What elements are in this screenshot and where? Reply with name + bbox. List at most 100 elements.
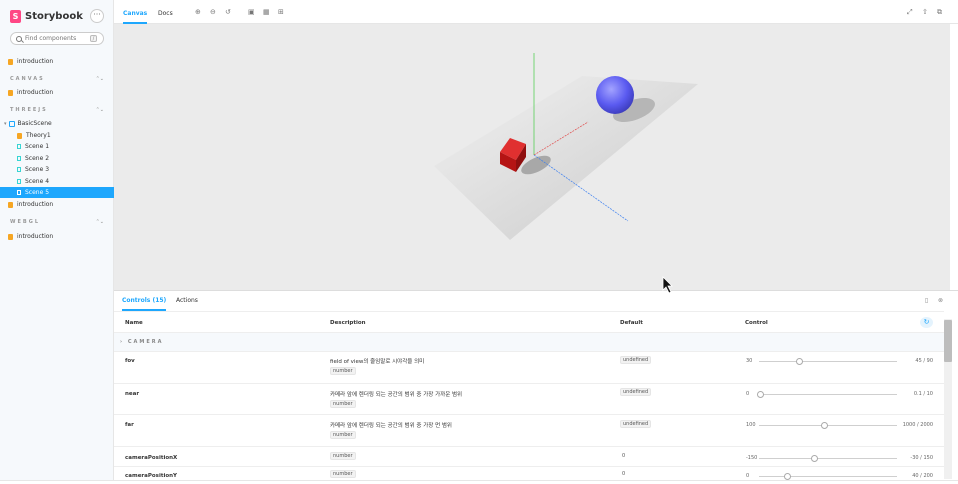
sidebar-item-scene-2[interactable]: Scene 2 [17, 153, 49, 164]
expand-icon[interactable]: ⌃⌄ [96, 76, 104, 82]
document-icon [8, 233, 13, 240]
document-icon [17, 132, 22, 139]
slider-min: 0 [746, 473, 750, 479]
section-title: CANVAS [10, 76, 45, 82]
slider-knob[interactable] [820, 422, 828, 429]
reset-controls-icon[interactable]: ↻ [920, 317, 933, 328]
sidebar-item-label: introduction [17, 58, 54, 65]
search-input[interactable] [25, 35, 85, 42]
sidebar-item-scene-5[interactable]: Scene 5 [17, 187, 49, 198]
sidebar-item-label: Scene 1 [25, 143, 50, 150]
tab-actions[interactable]: Actions [176, 291, 198, 311]
slider-track[interactable] [757, 391, 897, 398]
section-title: THREEJS [10, 107, 48, 113]
header-default: Default [620, 320, 643, 326]
slider-value: 40 / 200 [912, 473, 933, 479]
share-icon[interactable]: ⇧ [922, 8, 928, 17]
sidebar-item-scene-1[interactable]: Scene 1 [17, 141, 49, 152]
category-row[interactable]: › CAMERA [114, 333, 944, 352]
table-row: far 카메라 앞에 렌더링 되는 공간의 범위 중 가장 먼 범위 numbe… [114, 415, 944, 447]
search-box[interactable]: / [10, 32, 104, 45]
document-icon [8, 201, 13, 208]
zoom-in-icon[interactable]: ⊕ [195, 8, 201, 17]
arg-description: 카메라 앞에 렌더링 되는 공간의 범위 중 가장 가까운 범위 [330, 392, 463, 398]
threejs-scene[interactable] [114, 24, 950, 290]
section-title: WEBGL [10, 219, 41, 225]
fullscreen-icon[interactable]: ⤢ [907, 8, 913, 17]
section-webgl[interactable]: WEBGL ⌃⌄ [10, 219, 104, 228]
sidebar-item-threejs-introduction[interactable]: introduction [8, 199, 53, 210]
tab-docs[interactable]: Docs [158, 0, 173, 24]
slider-track[interactable] [759, 473, 897, 480]
tab-controls[interactable]: Controls (15) [122, 291, 167, 311]
sidebar: S Storybook ··· / introduction CANVAS ⌃⌄… [0, 0, 114, 484]
tab-canvas[interactable]: Canvas [123, 0, 148, 24]
scrollbar-thumb[interactable] [944, 320, 952, 362]
arg-type-badge: number [330, 367, 356, 375]
sidebar-item-label: introduction [17, 233, 54, 240]
header-description: Description [330, 320, 366, 326]
sidebar-item-label: introduction [17, 89, 54, 96]
arg-default: undefined [620, 388, 652, 396]
section-threejs[interactable]: THREEJS ⌃⌄ [10, 107, 104, 116]
expand-icon[interactable]: ⌃⌄ [96, 107, 104, 113]
slider-min: 100 [746, 422, 756, 428]
brand[interactable]: S Storybook [10, 10, 83, 23]
search-icon [16, 35, 22, 42]
table-row: near 카메라 앞에 렌더링 되는 공간의 범위 중 가장 가까운 범위 nu… [114, 384, 944, 415]
sidebar-item-label: Scene 3 [25, 166, 50, 173]
arg-type-badge: number [330, 400, 356, 408]
arg-type-badge: number [330, 470, 356, 478]
section-canvas[interactable]: CANVAS ⌃⌄ [10, 76, 104, 85]
slider-knob[interactable] [811, 455, 819, 462]
grid-icon[interactable]: ▦ [263, 8, 270, 17]
sidebar-item-scene-3[interactable]: Scene 3 [17, 164, 49, 175]
sidebar-item-label: Scene 5 [25, 189, 50, 196]
sidebar-item-basicscene[interactable]: ▾ BasicScene [4, 118, 52, 129]
zoom-reset-icon[interactable]: ↺ [225, 8, 231, 17]
arg-name: near [125, 391, 140, 397]
storybook-logo-icon: S [10, 10, 21, 23]
menu-button[interactable]: ··· [90, 9, 104, 23]
story-icon [17, 144, 21, 149]
sidebar-item-canvas-introduction[interactable]: introduction [8, 87, 53, 98]
background-icon[interactable]: ▣ [248, 8, 255, 17]
panel-orientation-icon[interactable]: ▯ [923, 297, 930, 304]
arg-type-badge: number [330, 452, 356, 460]
sidebar-item-label: Theory1 [26, 132, 51, 139]
header-control: Control [745, 320, 768, 326]
ground-plane [434, 76, 698, 240]
slider-track[interactable] [759, 358, 897, 365]
sidebar-item-label: BasicScene [17, 120, 52, 127]
addons-panel: Controls (15) Actions ▯ ⊗ Name Descripti… [114, 290, 958, 484]
measure-icon[interactable]: ⊞ [278, 8, 284, 17]
sidebar-item-webgl-introduction[interactable]: introduction [8, 231, 53, 242]
new-tab-icon[interactable]: ⧉ [937, 8, 942, 17]
close-icon[interactable]: ⊗ [937, 297, 944, 304]
slider-track[interactable] [759, 422, 897, 429]
sidebar-item-theory1[interactable]: Theory1 [17, 130, 51, 141]
arg-default: undefined [620, 420, 652, 428]
arg-default: 0 [622, 471, 626, 477]
slider-track[interactable] [759, 455, 897, 462]
category-label: › CAMERA [120, 339, 164, 345]
table-header: Name Description Default Control ↻ [114, 311, 944, 333]
zoom-out-icon[interactable]: ⊖ [210, 8, 216, 17]
sidebar-item-label: Scene 2 [25, 155, 50, 162]
story-icon [17, 190, 21, 195]
table-row: cameraPositionX number 0 -150 -30 / 150 [114, 447, 944, 467]
expand-icon[interactable]: ⌃⌄ [96, 219, 104, 225]
sidebar-item-introduction[interactable]: introduction [8, 56, 53, 67]
sidebar-item-scene-4[interactable]: Scene 4 [17, 176, 49, 187]
caret-down-icon: ▾ [4, 120, 7, 127]
brand-name: Storybook [25, 11, 83, 22]
arg-default: 0 [622, 453, 626, 459]
document-icon [8, 58, 13, 65]
slider-min: 0 [746, 391, 750, 397]
slider-knob[interactable] [757, 391, 765, 398]
preview-canvas[interactable] [114, 24, 950, 290]
slider-knob[interactable] [796, 358, 804, 365]
slider-knob[interactable] [783, 473, 791, 480]
sidebar-item-label: introduction [17, 201, 54, 208]
arg-name: cameraPositionY [125, 473, 178, 479]
